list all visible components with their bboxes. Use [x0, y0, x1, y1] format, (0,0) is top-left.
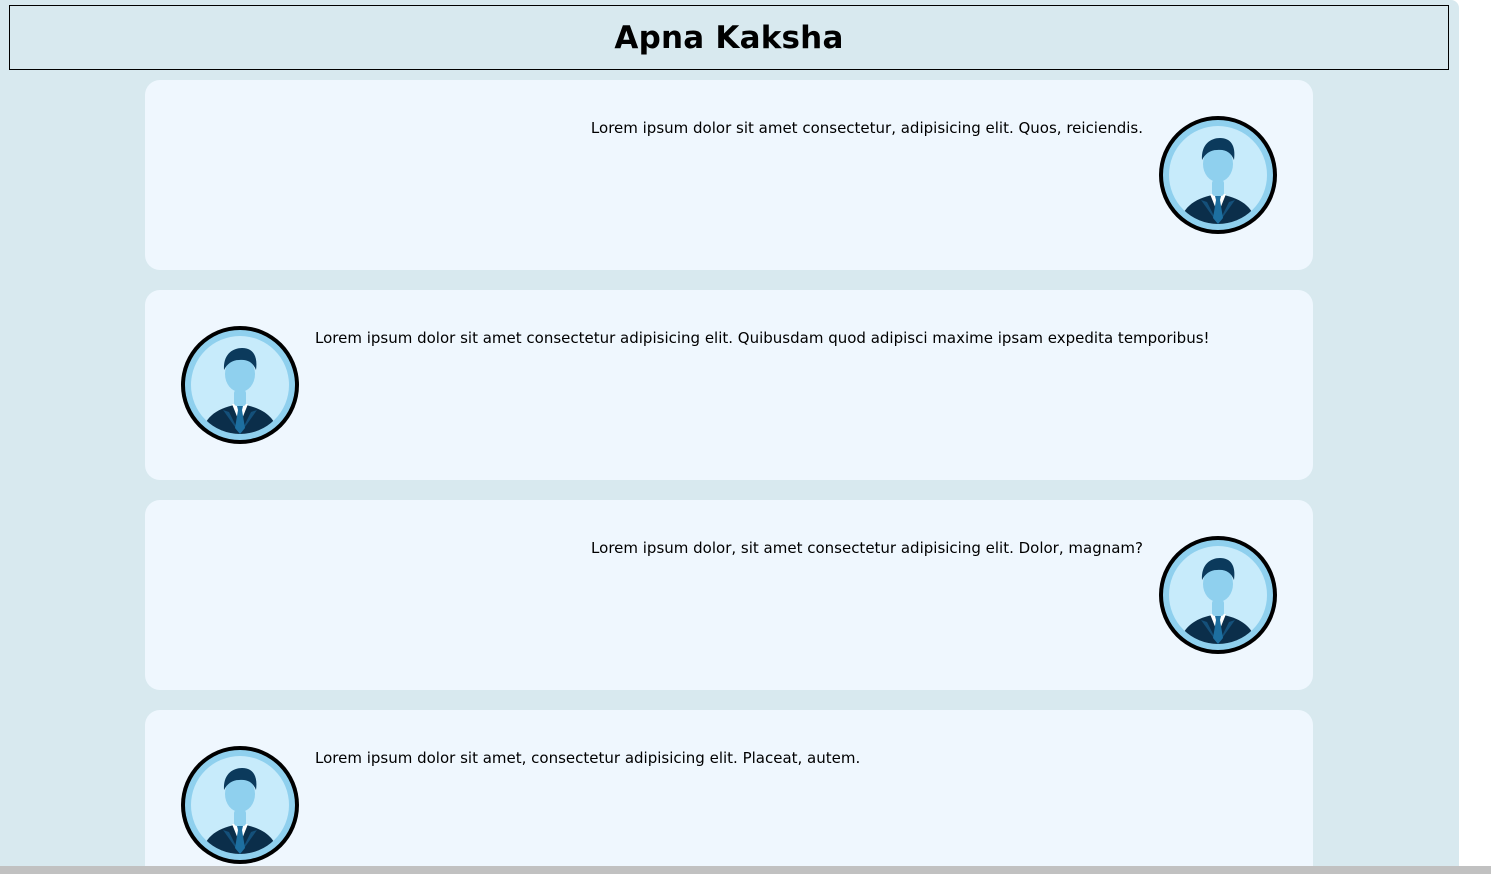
message-text: Lorem ipsum dolor sit amet, consectetur …	[315, 749, 861, 767]
message-text: Lorem ipsum dolor sit amet consectetur, …	[590, 119, 1143, 137]
message-card: Lorem ipsum dolor sit amet, consectetur …	[145, 710, 1313, 866]
page-background: Apna Kaksha Lorem ipsum dolor sit amet c…	[0, 0, 1459, 866]
message-card: Lorem ipsum dolor sit amet consectetur a…	[145, 290, 1313, 480]
user-avatar-icon	[179, 324, 301, 446]
page-title: Apna Kaksha	[614, 19, 844, 56]
user-avatar-icon	[1157, 534, 1279, 656]
horizontal-scrollbar[interactable]	[0, 866, 1491, 874]
user-avatar-icon	[1157, 114, 1279, 236]
message-text: Lorem ipsum dolor, sit amet consectetur …	[591, 539, 1143, 557]
header-bar: Apna Kaksha	[9, 5, 1449, 70]
message-text: Lorem ipsum dolor sit amet consectetur a…	[315, 329, 1210, 347]
window-gutter	[1459, 0, 1491, 866]
message-card: Lorem ipsum dolor, sit amet consectetur …	[145, 500, 1313, 690]
user-avatar-icon	[179, 744, 301, 866]
message-card: Lorem ipsum dolor sit amet consectetur, …	[145, 80, 1313, 270]
